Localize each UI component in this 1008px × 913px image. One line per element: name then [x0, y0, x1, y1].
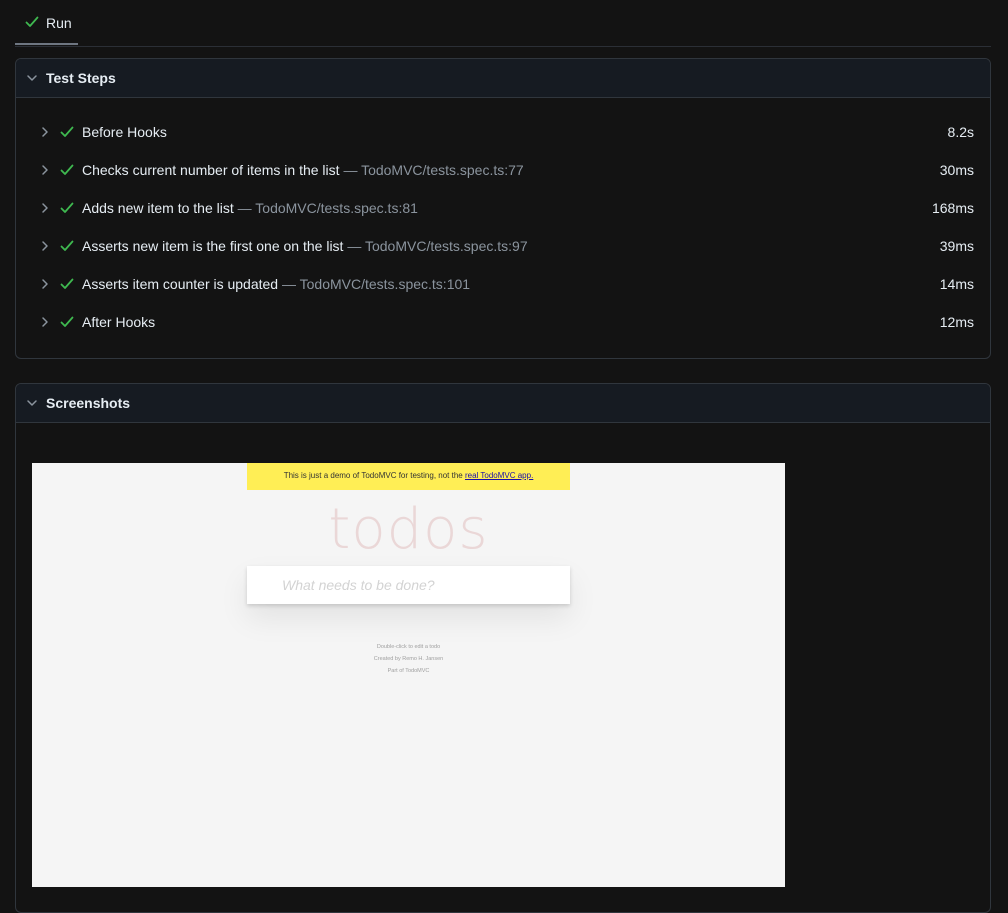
step-name: Checks current number of items in the li… — [82, 162, 340, 178]
test-steps-panel: Test Steps Before Hooks 8.2s Checks curre… — [15, 58, 991, 359]
banner-link: real TodoMVC app. — [464, 471, 534, 480]
step-name: After Hooks — [82, 314, 156, 330]
step-location: — TodoMVC/tests.spec.ts:81 — [237, 200, 418, 216]
chevron-right-icon[interactable] — [40, 126, 50, 138]
chevron-right-icon[interactable] — [40, 316, 50, 328]
screenshots-title: Screenshots — [46, 395, 131, 411]
chevron-down-icon — [27, 400, 37, 406]
step-location: — TodoMVC/tests.spec.ts:101 — [282, 276, 471, 292]
footer-line: Part of TodoMVC — [387, 668, 430, 674]
step-location: — TodoMVC/tests.spec.ts:97 — [347, 238, 528, 254]
demo-banner: This is just a demo of TodoMVC for testi… — [247, 463, 570, 490]
check-icon — [60, 278, 74, 289]
banner-text: This is just a demo of TodoMVC for testi… — [283, 471, 465, 480]
check-icon — [60, 126, 74, 137]
test-step-row[interactable]: Asserts new item is the first one on the… — [16, 228, 990, 266]
chevron-right-icon[interactable] — [40, 278, 50, 290]
tab-bar: Run — [15, 0, 991, 47]
todos-heading: todos — [328, 497, 489, 562]
step-name: Before Hooks — [82, 124, 167, 140]
footer-line: Double-click to edit a todo — [376, 644, 441, 650]
step-duration: 168ms — [931, 200, 974, 216]
step-duration: 30ms — [939, 162, 974, 178]
step-name: Asserts item counter is updated — [82, 276, 279, 292]
step-duration: 8.2s — [947, 124, 974, 140]
new-todo-input: What needs to be done? — [247, 566, 570, 604]
check-icon — [60, 240, 74, 251]
check-icon — [60, 164, 74, 175]
step-duration: 14ms — [939, 276, 974, 292]
chevron-right-icon[interactable] — [40, 164, 50, 176]
screenshot-image[interactable]: This is just a demo of TodoMVC for testi… — [32, 463, 785, 887]
test-step-row[interactable]: After Hooks 12ms — [16, 304, 990, 342]
step-name: Asserts new item is the first one on the… — [82, 238, 344, 254]
test-steps-title: Test Steps — [46, 70, 116, 86]
tab-run-label: Run — [46, 15, 72, 31]
step-location: — TodoMVC/tests.spec.ts:77 — [343, 162, 524, 178]
check-icon — [25, 16, 39, 27]
test-step-row[interactable]: Checks current number of items in the li… — [16, 152, 990, 190]
tab-run[interactable]: Run — [15, 0, 78, 45]
check-icon — [60, 316, 74, 327]
new-todo-placeholder: What needs to be done? — [282, 577, 435, 593]
chevron-right-icon[interactable] — [40, 202, 50, 214]
todo-footer: Double-click to edit a todo Created by R… — [247, 641, 570, 677]
test-step-row[interactable]: Adds new item to the list — TodoMVC/test… — [16, 190, 990, 228]
chevron-right-icon[interactable] — [40, 240, 50, 252]
test-step-row[interactable]: Before Hooks 8.2s — [16, 114, 990, 152]
screenshots-header[interactable]: Screenshots — [16, 384, 990, 423]
step-duration: 12ms — [939, 314, 974, 330]
test-step-row[interactable]: Asserts item counter is updated — TodoMV… — [16, 266, 990, 304]
footer-line: Created by Remo H. Jansen — [373, 656, 444, 662]
check-icon — [60, 202, 74, 213]
step-name: Adds new item to the list — [82, 200, 234, 216]
step-duration: 39ms — [939, 238, 974, 254]
chevron-down-icon — [27, 75, 37, 81]
test-steps-header[interactable]: Test Steps — [16, 59, 990, 98]
screenshots-panel: Screenshots This is just a demo of TodoM… — [15, 383, 991, 913]
